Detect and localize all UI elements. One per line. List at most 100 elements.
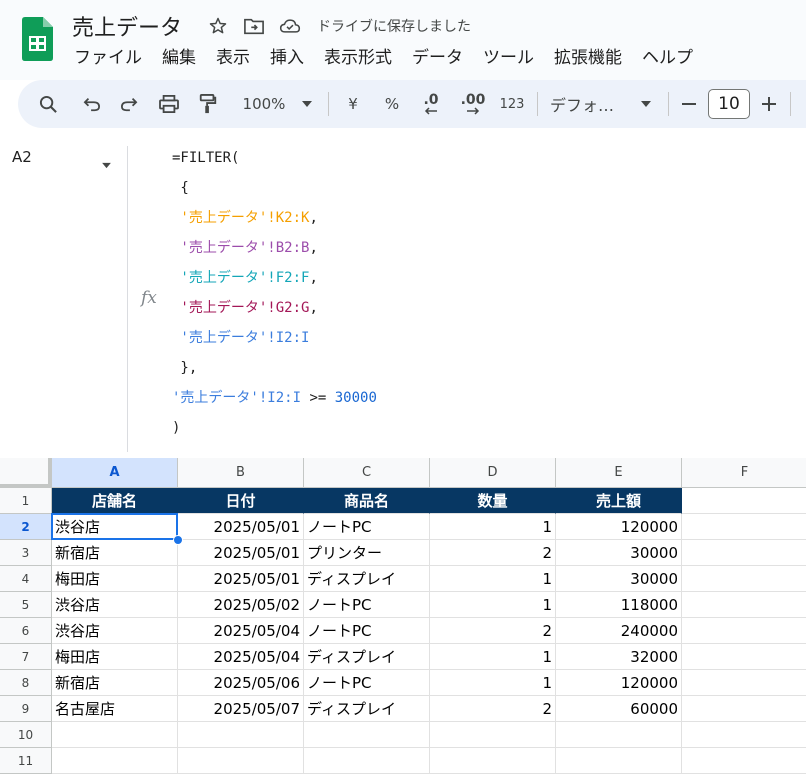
decrease-font-size-icon[interactable] (678, 80, 700, 128)
cell[interactable] (178, 722, 304, 748)
cell[interactable] (682, 514, 806, 540)
cell[interactable] (52, 748, 178, 774)
cell[interactable]: プリンター (304, 540, 430, 566)
decrease-decimal-button[interactable]: .0 (416, 80, 446, 128)
format-currency-button[interactable]: ¥ (340, 80, 366, 128)
cell[interactable]: 1 (430, 514, 556, 540)
redo-icon[interactable] (117, 80, 141, 128)
undo-icon[interactable] (80, 80, 104, 128)
header-cell[interactable]: 数量 (430, 488, 556, 514)
menu-tools[interactable]: ツール (473, 46, 544, 70)
cell[interactable]: 2025/05/01 (178, 514, 304, 540)
cell[interactable]: 30000 (556, 540, 682, 566)
cell[interactable] (682, 488, 806, 514)
font-family-select[interactable]: デフォ… (550, 80, 630, 128)
column-header-a[interactable]: A (52, 458, 178, 488)
sheets-logo-icon[interactable] (22, 17, 53, 61)
cell[interactable]: 2025/05/01 (178, 566, 304, 592)
row-header-7[interactable]: 7 (0, 644, 52, 670)
increase-decimal-button[interactable]: .00 (456, 80, 490, 128)
cell[interactable] (682, 592, 806, 618)
print-icon[interactable] (157, 80, 181, 128)
cell[interactable] (304, 722, 430, 748)
cell[interactable]: 1 (430, 566, 556, 592)
cell[interactable] (556, 722, 682, 748)
column-header-f[interactable]: F (682, 458, 806, 488)
cell[interactable] (52, 722, 178, 748)
row-header-6[interactable]: 6 (0, 618, 52, 644)
cell[interactable] (682, 644, 806, 670)
cell[interactable]: 2 (430, 540, 556, 566)
cell[interactable]: 梅田店 (52, 566, 178, 592)
cell[interactable]: 新宿店 (52, 670, 178, 696)
menu-insert[interactable]: 挿入 (260, 46, 314, 70)
cell[interactable]: 118000 (556, 592, 682, 618)
number-format-button[interactable]: 123 (498, 80, 526, 128)
cell[interactable] (682, 696, 806, 722)
cell[interactable]: 1 (430, 670, 556, 696)
menu-help[interactable]: ヘルプ (632, 46, 703, 70)
row-header-9[interactable]: 9 (0, 696, 52, 722)
cell[interactable] (682, 748, 806, 774)
cell[interactable]: 60000 (556, 696, 682, 722)
menu-edit[interactable]: 編集 (152, 46, 206, 70)
font-chevron-down-icon[interactable] (638, 80, 654, 128)
column-header-c[interactable]: C (304, 458, 430, 488)
column-header-e[interactable]: E (556, 458, 682, 488)
cell[interactable]: 240000 (556, 618, 682, 644)
cell[interactable]: ノートPC (304, 670, 430, 696)
menu-file[interactable]: ファイル (64, 46, 152, 70)
search-menus-icon[interactable] (36, 80, 60, 128)
row-header-10[interactable]: 10 (0, 722, 52, 748)
cell[interactable] (682, 670, 806, 696)
cell[interactable]: 2025/05/02 (178, 592, 304, 618)
cell[interactable]: 2025/05/04 (178, 618, 304, 644)
star-icon[interactable] (207, 15, 229, 37)
cell[interactable]: 渋谷店 (52, 592, 178, 618)
cell[interactable] (430, 748, 556, 774)
cell[interactable]: 2 (430, 618, 556, 644)
row-header-11[interactable]: 11 (0, 748, 52, 774)
fill-handle[interactable] (173, 535, 183, 545)
cell[interactable]: 120000 (556, 514, 682, 540)
column-header-d[interactable]: D (430, 458, 556, 488)
row-header-1[interactable]: 1 (0, 488, 52, 514)
cell[interactable]: 2025/05/06 (178, 670, 304, 696)
header-cell[interactable]: 商品名 (304, 488, 430, 514)
formula-input[interactable]: =FILTER( { '売上データ'!K2:K, '売上データ'!B2:B, '… (172, 146, 377, 446)
cell[interactable] (682, 540, 806, 566)
cell[interactable]: 梅田店 (52, 644, 178, 670)
cell[interactable] (178, 748, 304, 774)
header-cell[interactable]: 店舗名 (52, 488, 178, 514)
cell[interactable]: 2 (430, 696, 556, 722)
cell[interactable]: 1 (430, 592, 556, 618)
cell[interactable]: ディスプレイ (304, 644, 430, 670)
row-header-4[interactable]: 4 (0, 566, 52, 592)
cell[interactable]: 120000 (556, 670, 682, 696)
row-header-5[interactable]: 5 (0, 592, 52, 618)
row-header-2[interactable]: 2 (0, 514, 52, 540)
cell[interactable]: 渋谷店 (52, 514, 178, 540)
cell[interactable]: 30000 (556, 566, 682, 592)
cell[interactable]: 渋谷店 (52, 618, 178, 644)
font-size-input[interactable]: 10 (708, 89, 750, 119)
document-title[interactable]: 売上データ (72, 10, 182, 42)
zoom-select[interactable]: 100% (238, 80, 290, 128)
cell[interactable]: 2025/05/01 (178, 540, 304, 566)
select-all-corner[interactable] (0, 458, 52, 488)
row-header-3[interactable]: 3 (0, 540, 52, 566)
format-percent-button[interactable]: % (379, 80, 405, 128)
cell[interactable]: ディスプレイ (304, 566, 430, 592)
cell[interactable]: 名古屋店 (52, 696, 178, 722)
cell[interactable]: 2025/05/07 (178, 696, 304, 722)
cell[interactable] (304, 748, 430, 774)
cell[interactable] (556, 748, 682, 774)
menu-view[interactable]: 表示 (206, 46, 260, 70)
column-header-b[interactable]: B (178, 458, 304, 488)
row-header-8[interactable]: 8 (0, 670, 52, 696)
cell[interactable]: ノートPC (304, 592, 430, 618)
menu-format[interactable]: 表示形式 (314, 46, 402, 70)
cell[interactable] (430, 722, 556, 748)
increase-font-size-icon[interactable] (758, 80, 780, 128)
name-box-chevron-down-icon[interactable] (101, 154, 112, 173)
